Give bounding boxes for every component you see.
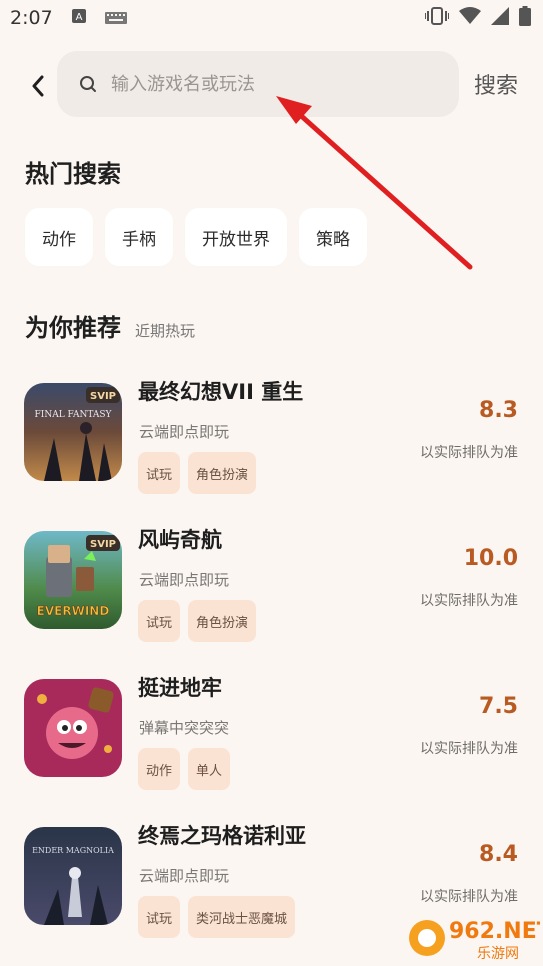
game-icon-ff7: FINAL FANTASY SVIP <box>24 383 122 481</box>
search-box[interactable] <box>57 51 459 117</box>
search-icon <box>80 76 96 92</box>
game-icon-text: FINAL FANTASY <box>35 410 113 420</box>
game-score: 7.5 <box>479 694 518 719</box>
watermark-sub: 乐游网 <box>477 946 519 962</box>
game-tag: 角色扮演 <box>188 452 257 494</box>
wifi-icon <box>459 7 481 29</box>
game-desc: 弹幕中突突突 <box>139 719 230 737</box>
queue-note: 以实际排队为准 <box>420 741 518 757</box>
chip-action[interactable]: 动作 <box>25 208 93 266</box>
battery-icon <box>519 6 531 30</box>
game-tag: 类河战士恶魔城 <box>188 896 296 938</box>
game-icon-text: ENDER MAGNOLIA <box>32 846 114 855</box>
recommend-title: 为你推荐 <box>25 314 121 342</box>
game-desc: 云端即点即玩 <box>139 571 230 589</box>
chip-strategy[interactable]: 策略 <box>299 208 367 266</box>
game-icon-ender-magnolia: ENDER MAGNOLIA <box>24 827 122 925</box>
recommend-header: 为你推荐 近期热玩 <box>25 308 195 343</box>
chip-gamepad[interactable]: 手柄 <box>105 208 173 266</box>
game-name: 风屿奇航 <box>138 528 222 552</box>
queue-note: 以实际排队为准 <box>420 445 518 461</box>
game-tags: 试玩 角色扮演 <box>138 452 257 494</box>
svg-text:A: A <box>75 12 82 23</box>
back-button[interactable] <box>24 68 52 104</box>
game-score: 8.4 <box>479 842 518 867</box>
hot-search-title: 热门搜索 <box>25 160 121 188</box>
hot-search-chips: 动作 手柄 开放世界 策略 <box>25 208 367 266</box>
queue-note: 以实际排队为准 <box>420 593 518 609</box>
queue-note: 以实际排队为准 <box>420 889 518 905</box>
vibrate-icon <box>424 7 450 29</box>
game-score: 10.0 <box>463 546 518 571</box>
game-tag: 角色扮演 <box>188 600 257 642</box>
game-tag: 试玩 <box>138 896 181 938</box>
game-tags: 试玩 角色扮演 <box>138 600 257 642</box>
game-tags: 试玩 类河战士恶魔城 <box>138 896 296 938</box>
keyboard-icon <box>104 9 127 28</box>
game-row-everwind[interactable]: EVERWIND SVIP 风屿奇航 云端即点即玩 试玩 角色扮演 10.0 以… <box>0 516 543 664</box>
keyboard-a-icon: A <box>71 8 87 28</box>
game-tag: 试玩 <box>138 600 181 642</box>
game-list: FINAL FANTASY SVIP 最终幻想VII 重生 云端即点即玩 试玩 … <box>0 368 543 960</box>
recommend-subtitle: 近期热玩 <box>135 322 196 340</box>
game-icon-enter-gungeon <box>24 679 122 777</box>
svip-badge: SVIP <box>90 539 116 550</box>
game-name: 挺进地牢 <box>138 676 222 700</box>
game-tags: 动作 单人 <box>138 748 231 790</box>
game-tag: 试玩 <box>138 452 181 494</box>
game-tag: 单人 <box>188 748 231 790</box>
game-icon-everwind: EVERWIND SVIP <box>24 531 122 629</box>
chip-open-world[interactable]: 开放世界 <box>185 208 287 266</box>
search-button[interactable]: 搜索 <box>474 68 518 100</box>
game-desc: 云端即点即玩 <box>139 423 230 441</box>
chevron-left-icon <box>32 75 44 97</box>
game-row-enter-gungeon[interactable]: 挺进地牢 弹幕中突突突 动作 单人 7.5 以实际排队为准 <box>0 664 543 812</box>
search-header: 搜索 <box>0 50 543 120</box>
game-name: 终焉之玛格诺利亚 <box>138 824 306 848</box>
search-input[interactable] <box>109 72 433 96</box>
game-icon-text: EVERWIND <box>37 604 110 618</box>
game-tag: 动作 <box>138 748 181 790</box>
svip-badge: SVIP <box>90 391 116 402</box>
game-desc: 云端即点即玩 <box>139 867 230 885</box>
signal-icon <box>491 7 509 29</box>
watermark-brand: 962.NET <box>449 919 540 944</box>
watermark-logo: 962.NET 乐游网 <box>407 912 543 962</box>
game-score: 8.3 <box>479 398 518 423</box>
game-row-ff7[interactable]: FINAL FANTASY SVIP 最终幻想VII 重生 云端即点即玩 试玩 … <box>0 368 543 516</box>
game-name: 最终幻想VII 重生 <box>138 380 304 404</box>
status-time: 2:07 <box>10 7 53 29</box>
status-bar: 2:07 A <box>0 0 543 36</box>
